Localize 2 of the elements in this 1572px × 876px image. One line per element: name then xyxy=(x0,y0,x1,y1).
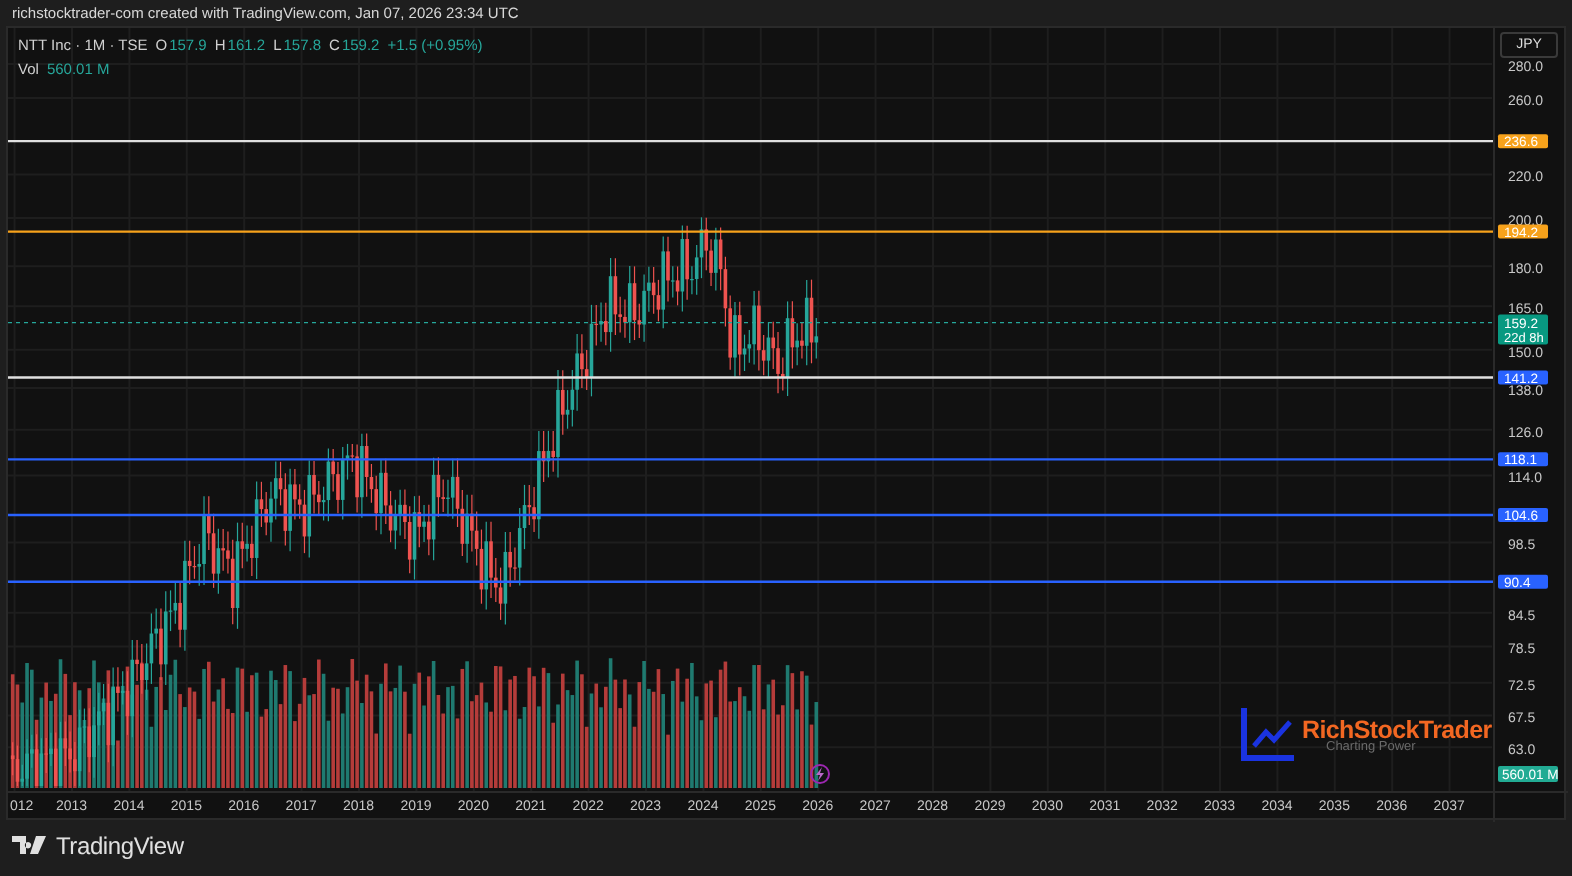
tradingview-brand: TradingView xyxy=(56,831,184,859)
logo-name: RichStockTrader xyxy=(1302,716,1492,744)
